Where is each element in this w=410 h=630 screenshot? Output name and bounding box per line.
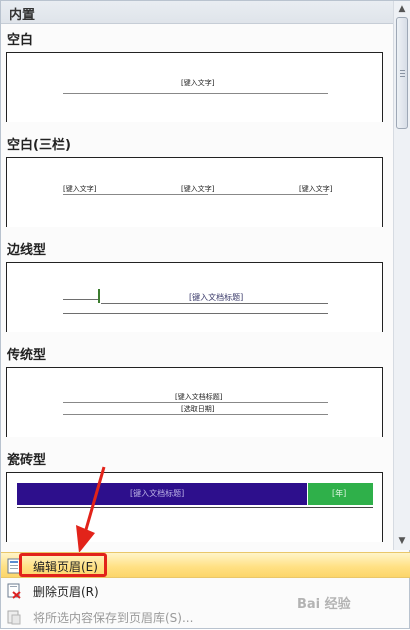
placeholder-text: [键入文字] — [181, 79, 215, 87]
scroll-thumb[interactable] — [396, 17, 408, 129]
placeholder-text: [键入文档标题] — [130, 489, 185, 498]
section-header: 内置 — [1, 1, 393, 24]
header-rule — [63, 194, 328, 195]
gallery-item-label: 空白 — [7, 33, 34, 48]
save-to-gallery-icon — [7, 610, 21, 625]
header-rule — [63, 402, 328, 403]
gallery-item-label: 空白(三栏) — [7, 138, 71, 153]
grip-icon — [400, 76, 405, 77]
sideline-marker — [98, 289, 100, 303]
placeholder-text: [键入文档标题] — [175, 393, 223, 401]
placeholder-text: [键入文字] — [63, 185, 97, 193]
scroll-down-arrow-icon[interactable]: ▼ — [397, 536, 407, 546]
gallery-item-label: 边线型 — [7, 243, 47, 258]
grip-icon — [400, 70, 405, 71]
header-rule — [63, 414, 328, 415]
gallery-thumbnail-tiles[interactable]: [键入文档标题] [年] — [6, 472, 383, 542]
save-to-gallery-label: 将所选内容保存到页眉库(S)... — [33, 611, 194, 625]
placeholder-text: [年] — [332, 489, 347, 498]
header-gallery-panel: 内置 空白 [键入文字] 空白(三栏) [键入文字] [键入文字] [键入文字]… — [0, 0, 410, 629]
gallery-thumbnail-traditional[interactable]: [键入文档标题] [选取日期] — [6, 367, 383, 437]
header-rule — [101, 303, 328, 304]
placeholder-text: [选取日期] — [181, 405, 215, 413]
tile-year-box: [年] — [308, 483, 373, 505]
gallery-scrollbar[interactable]: ▲ ▼ — [393, 1, 410, 550]
header-rule — [63, 313, 328, 314]
annotation-arrow-icon — [76, 466, 106, 553]
watermark: Bai 经验 — [297, 597, 351, 612]
gallery-item-label: 瓷砖型 — [7, 453, 47, 468]
remove-header-label: 删除页眉(R) — [33, 585, 99, 599]
remove-header-icon — [7, 583, 21, 599]
gallery-thumbnail-sideline[interactable]: [键入文档标题] — [6, 262, 383, 332]
placeholder-text: [键入文档标题] — [189, 293, 244, 302]
placeholder-text: [键入文字] — [299, 185, 333, 193]
tile-title-bar: [键入文档标题] — [17, 483, 307, 505]
gallery-thumbnail-blank[interactable]: [键入文字] — [6, 52, 383, 122]
annotation-highlight-box — [19, 553, 107, 577]
scroll-up-arrow-icon[interactable]: ▲ — [397, 4, 407, 14]
sideline-short-rule — [63, 299, 99, 300]
grip-icon — [400, 73, 405, 74]
header-rule — [63, 93, 328, 94]
placeholder-text: [键入文字] — [181, 185, 215, 193]
section-title: 内置 — [9, 8, 36, 23]
gallery-item-label: 传统型 — [7, 348, 47, 363]
gallery-thumbnail-blank-three-column[interactable]: [键入文字] [键入文字] [键入文字] — [6, 157, 383, 227]
